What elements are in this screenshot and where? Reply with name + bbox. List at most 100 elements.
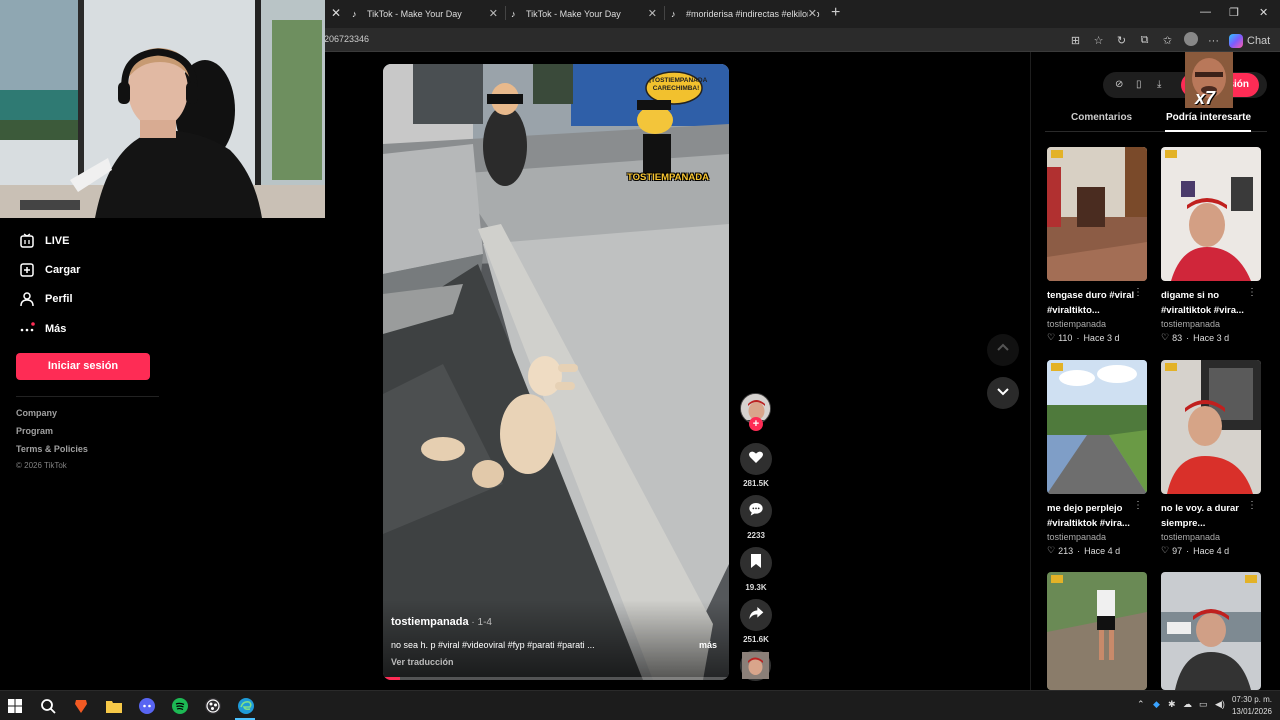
- video-thumbnail[interactable]: [1047, 360, 1147, 494]
- card-author[interactable]: tostiempanada: [1161, 532, 1220, 542]
- favorite-icon[interactable]: ☆: [1087, 34, 1110, 47]
- live-icon: [18, 232, 36, 250]
- card-likes: 83: [1172, 332, 1183, 343]
- tab-title: TikTok - Make Your Day: [367, 9, 462, 19]
- close-tab-icon[interactable]: ✕: [331, 6, 341, 20]
- music-disc[interactable]: [740, 650, 771, 681]
- sidebar: LIVE Cargar Perfil Más Iniciar sesión Co…: [0, 218, 172, 690]
- video-thumbnail[interactable]: [1161, 147, 1261, 281]
- new-tab-icon[interactable]: +: [831, 4, 840, 22]
- overlay-badge: x7: [1195, 88, 1216, 108]
- restore-icon[interactable]: ❐: [1229, 6, 1239, 19]
- video-author[interactable]: tostiempanada · 1-4: [391, 616, 492, 628]
- chat-label: Chat: [1247, 34, 1271, 47]
- footer-link-company[interactable]: Company: [16, 408, 57, 418]
- menu-dots-icon[interactable]: ···: [1202, 35, 1225, 47]
- tray-chevron-icon[interactable]: ⌃: [1137, 699, 1145, 710]
- favorites-icon[interactable]: ✩: [1156, 34, 1179, 47]
- obs-icon[interactable]: [203, 696, 223, 716]
- upload-icon: [18, 261, 36, 279]
- extensions-icon[interactable]: ⧉: [1133, 34, 1156, 47]
- windows-start-icon[interactable]: [5, 696, 25, 716]
- sidebar-item-live[interactable]: LIVE: [18, 232, 69, 250]
- tray-bluetooth-icon[interactable]: ✱: [1168, 699, 1176, 710]
- tab-title: TikTok - Make Your Day: [526, 9, 621, 19]
- card-author[interactable]: tostiempanada: [1047, 532, 1106, 542]
- like-button[interactable]: [740, 443, 772, 475]
- card-likes: 97: [1172, 545, 1183, 556]
- file-explorer-icon[interactable]: [104, 696, 124, 716]
- card-meta: ♡ 97 · Hace 4 d: [1161, 545, 1230, 556]
- video-player[interactable]: ¡TOSTIEMPANADA CARECHIMBA! TOSTIEMPANADA…: [383, 64, 729, 680]
- heart-outline-icon: ♡: [1047, 332, 1056, 342]
- card-title[interactable]: no le voy. a durar siempre...: [1161, 501, 1257, 531]
- overlay-speech-text: ¡TOSTIEMPANADA CARECHIMBA!: [649, 77, 708, 92]
- discord-icon[interactable]: [137, 696, 157, 716]
- close-icon[interactable]: ✕: [489, 7, 498, 20]
- window-close-icon[interactable]: ✕: [1259, 6, 1268, 19]
- more-options-icon[interactable]: ⋮: [1247, 500, 1257, 511]
- system-clock[interactable]: 07:30 p. m. 13/01/2026: [1232, 694, 1272, 718]
- tiktok-icon: ♪: [671, 8, 676, 19]
- sidebar-item-upload[interactable]: Cargar: [18, 261, 80, 279]
- close-icon[interactable]: ✕: [807, 7, 817, 20]
- refresh-icon[interactable]: ↻: [1110, 34, 1133, 47]
- edge-icon[interactable]: [236, 696, 256, 716]
- previous-video-button[interactable]: [987, 334, 1019, 366]
- translate-link[interactable]: Ver traducción: [391, 657, 454, 667]
- video-thumbnail[interactable]: [1161, 572, 1261, 690]
- author-name[interactable]: tostiempanada: [391, 616, 469, 628]
- tray-app-icon[interactable]: ◆: [1153, 699, 1160, 710]
- video-thumbnail[interactable]: [1047, 147, 1147, 281]
- comment-button[interactable]: [740, 495, 772, 527]
- video-thumbnail[interactable]: [1161, 360, 1261, 494]
- save-count: 19.3K: [745, 583, 767, 592]
- tab-comments[interactable]: Comentarios: [1071, 112, 1132, 123]
- more-options-icon[interactable]: ⋮: [1133, 500, 1143, 511]
- follow-button[interactable]: +: [749, 417, 763, 431]
- close-icon[interactable]: ✕: [648, 7, 657, 20]
- footer-link-program[interactable]: Program: [16, 426, 53, 436]
- browser-tab-3[interactable]: ♪ #moriderisa #indirectas #elkilomb ✕: [671, 3, 821, 25]
- network-icon[interactable]: ▭: [1199, 699, 1208, 710]
- save-button[interactable]: [740, 547, 772, 579]
- app-available-icon[interactable]: ⊞: [1064, 34, 1087, 47]
- video-frame: [383, 64, 729, 680]
- device-icon[interactable]: ▯: [1136, 79, 1142, 90]
- card-age: Hace 4 d: [1084, 545, 1121, 556]
- card-meta: ♡ 213 · Hace 4 d: [1047, 545, 1121, 556]
- card-likes: 213: [1058, 545, 1074, 556]
- more-options-icon[interactable]: ⋮: [1133, 287, 1143, 298]
- browser-tab-1[interactable]: ♪ TikTok - Make Your Day ✕: [352, 3, 502, 25]
- browser-tab-2[interactable]: ♪ TikTok - Make Your Day ✕: [511, 3, 661, 25]
- card-title[interactable]: me dejo perplejo #viraltiktok #vira...: [1047, 501, 1143, 531]
- more-options-icon[interactable]: ⋮: [1247, 287, 1257, 298]
- chat-button[interactable]: Chat: [1229, 33, 1271, 48]
- url-text[interactable]: 206723346: [324, 34, 369, 44]
- spotify-icon[interactable]: [170, 696, 190, 716]
- overlay-brand-text: TOSTIEMPANADA: [627, 172, 709, 183]
- video-thumbnail[interactable]: [1047, 572, 1147, 690]
- card-author[interactable]: tostiempanada: [1161, 319, 1220, 329]
- login-button[interactable]: Iniciar sesión: [16, 353, 150, 380]
- volume-icon[interactable]: ◀): [1215, 699, 1225, 710]
- share-button[interactable]: [740, 599, 772, 631]
- video-progress-bar[interactable]: [383, 677, 729, 680]
- profile-icon[interactable]: [1179, 32, 1202, 49]
- more-link[interactable]: más: [699, 640, 717, 650]
- card-title[interactable]: tengase duro #viral #viraltikto...: [1047, 288, 1143, 318]
- sidebar-item-more[interactable]: Más: [18, 320, 66, 338]
- next-video-button[interactable]: [987, 377, 1019, 409]
- card-title[interactable]: digame si no #viraltiktok #vira...: [1161, 288, 1257, 318]
- tray-onedrive-icon[interactable]: ☁: [1183, 699, 1192, 710]
- sidebar-item-profile[interactable]: Perfil: [18, 290, 73, 308]
- brave-icon[interactable]: [71, 696, 91, 716]
- search-icon[interactable]: [38, 696, 58, 716]
- card-author[interactable]: tostiempanada: [1047, 319, 1106, 329]
- tab-recommended[interactable]: Podría interesarte: [1166, 112, 1251, 123]
- download-icon[interactable]: ⤓: [1157, 79, 1161, 90]
- video-description: no sea h. p #viral #videoviral #fyp #par…: [391, 640, 595, 650]
- footer-link-terms[interactable]: Terms & Policies: [16, 444, 88, 454]
- compass-icon[interactable]: ⊘: [1115, 79, 1123, 90]
- minimize-icon[interactable]: —: [1200, 6, 1211, 18]
